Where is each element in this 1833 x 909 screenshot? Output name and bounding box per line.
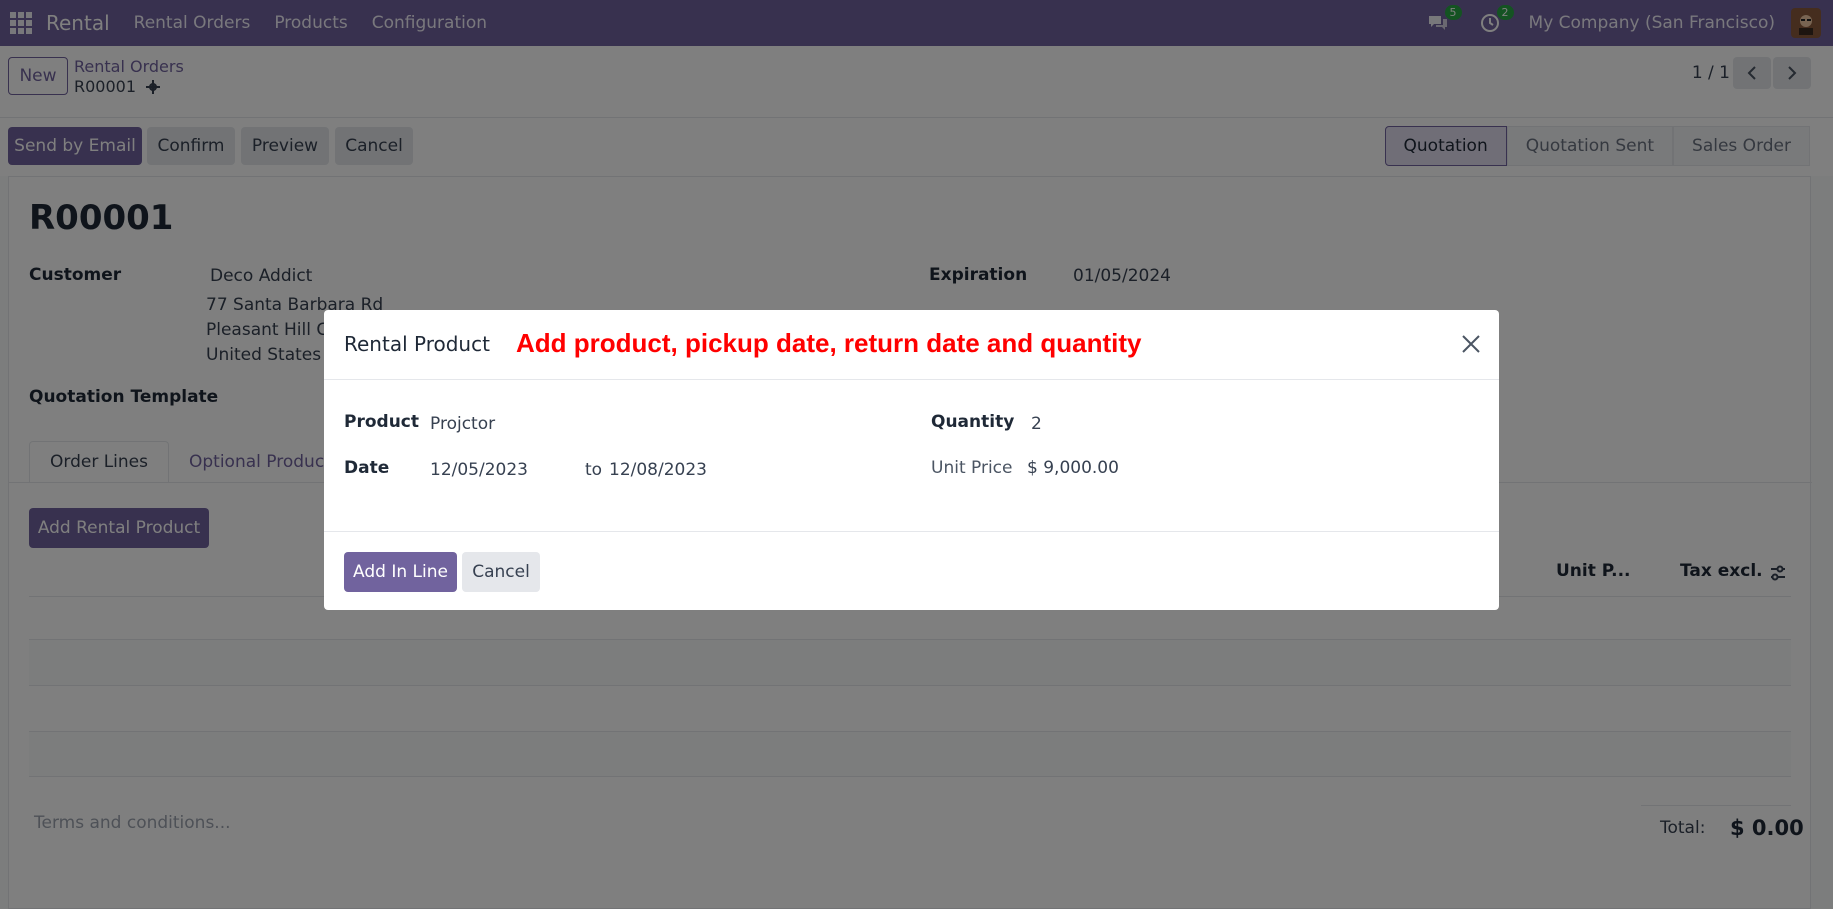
- add-in-line-button[interactable]: Add In Line: [344, 552, 457, 592]
- date-to-label: to: [585, 460, 603, 480]
- dialog-header: Rental Product Add product, pickup date,…: [324, 310, 1499, 380]
- unit-price-label: Unit Price: [931, 458, 1013, 478]
- annotation-text: Add product, pickup date, return date an…: [516, 328, 1142, 358]
- dialog-body: Product Projctor Date 12/05/2023 to 12/0…: [324, 380, 1499, 532]
- date-label: Date: [344, 458, 390, 478]
- cancel-button[interactable]: Cancel: [462, 552, 540, 592]
- quantity-field[interactable]: 2: [1031, 414, 1042, 434]
- pickup-date-field[interactable]: 12/05/2023: [430, 460, 528, 480]
- return-date-field[interactable]: 12/08/2023: [609, 460, 707, 480]
- unit-price-value: $ 9,000.00: [1027, 458, 1119, 478]
- close-icon[interactable]: [1459, 332, 1483, 356]
- product-field[interactable]: Projctor: [430, 414, 495, 434]
- dialog-title: Rental Product: [344, 332, 490, 356]
- rental-product-dialog: Rental Product Add product, pickup date,…: [324, 310, 1499, 610]
- product-label: Product: [344, 412, 419, 432]
- quantity-label: Quantity: [931, 412, 1015, 432]
- dialog-footer: Add In Line Cancel: [324, 531, 1499, 610]
